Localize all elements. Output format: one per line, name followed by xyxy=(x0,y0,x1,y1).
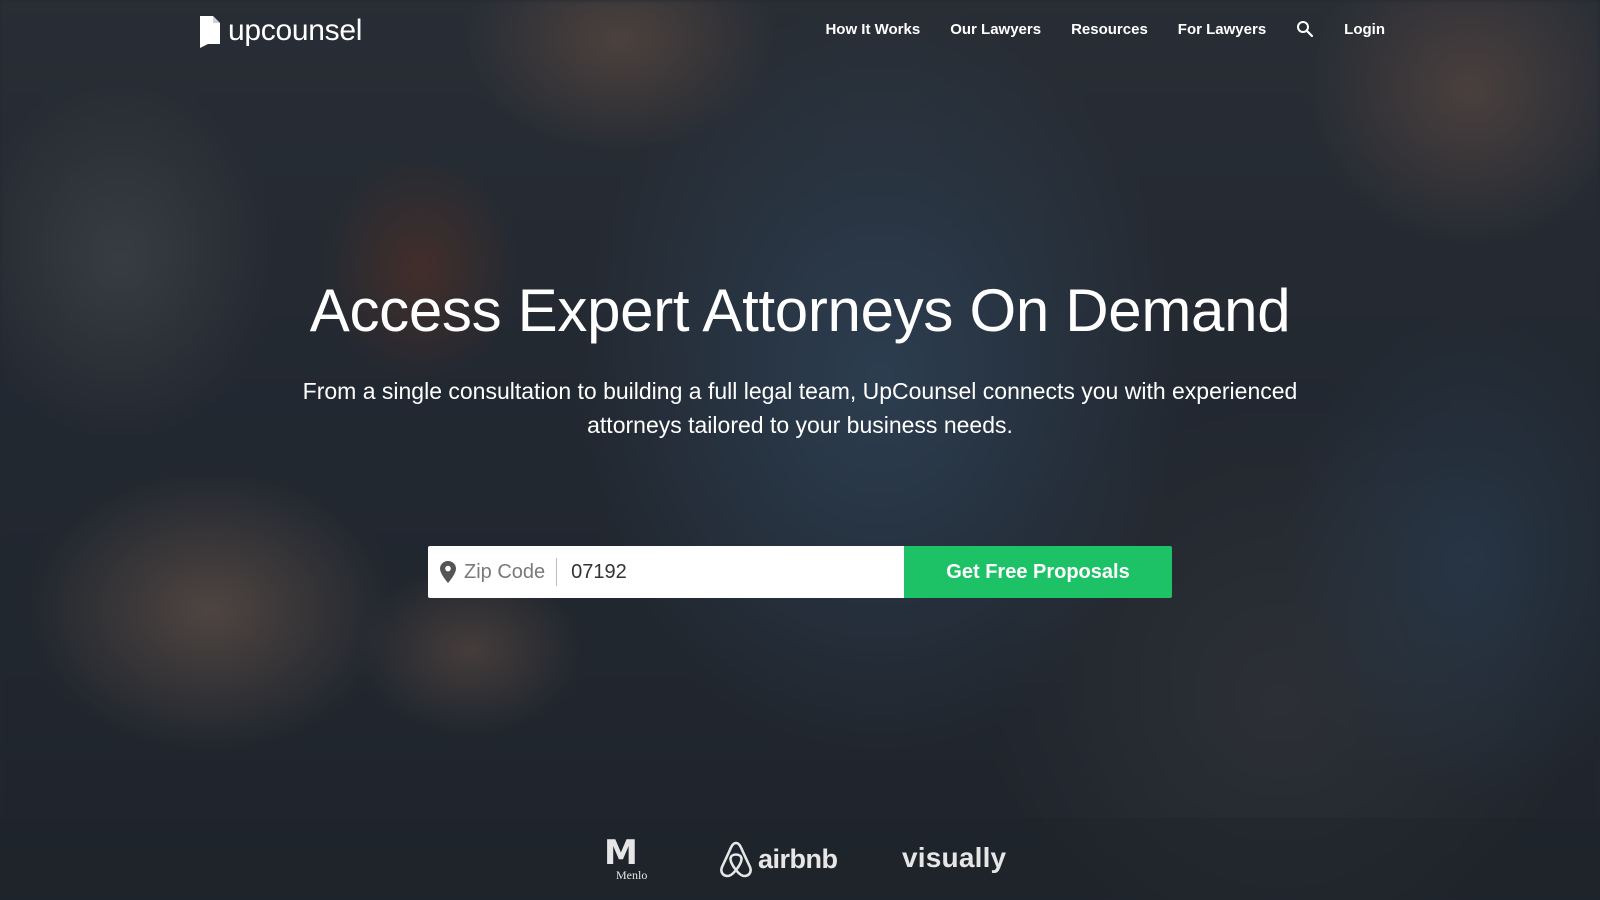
airbnb-logo: airbnb xyxy=(718,840,838,878)
visually-logo: visually xyxy=(902,842,1007,873)
zip-search-form: Zip Code Get Free Proposals xyxy=(428,546,1172,598)
zip-code-label: Zip Code xyxy=(464,558,558,586)
zip-code-input[interactable] xyxy=(569,559,874,585)
document-logo-icon xyxy=(200,16,220,48)
zip-field[interactable]: Zip Code xyxy=(428,546,904,598)
airbnb-belo-icon xyxy=(720,841,752,878)
location-pin-icon xyxy=(440,561,456,583)
search-icon[interactable] xyxy=(1296,20,1314,38)
menlo-mark: M xyxy=(604,833,638,873)
login-link[interactable]: Login xyxy=(1344,21,1385,38)
page: upcounsel How It Works Our Lawyers Resou… xyxy=(0,0,1600,900)
nav-resources[interactable]: Resources xyxy=(1071,21,1148,38)
nav-for-lawyers[interactable]: For Lawyers xyxy=(1178,21,1266,38)
nav-how-it-works[interactable]: How It Works xyxy=(825,21,920,38)
nav-links: How It Works Our Lawyers Resources For L… xyxy=(825,20,1385,38)
brand-logo[interactable]: upcounsel xyxy=(200,14,362,48)
client-logos: M Menlo airbnb visually xyxy=(0,818,1600,900)
nav-our-lawyers[interactable]: Our Lawyers xyxy=(950,21,1041,38)
get-free-proposals-button[interactable]: Get Free Proposals xyxy=(904,546,1172,598)
menlo-name: Menlo xyxy=(616,868,648,882)
menlo-logo: M Menlo xyxy=(604,836,656,884)
hero-title: Access Expert Attorneys On Demand xyxy=(309,277,1291,344)
hero-overlay xyxy=(0,0,1600,900)
top-navigation: upcounsel How It Works Our Lawyers Resou… xyxy=(0,0,1600,64)
hero-subtitle: From a single consultation to building a… xyxy=(302,378,1298,438)
brand-name: upcounsel xyxy=(228,14,363,47)
airbnb-name: airbnb xyxy=(758,843,838,874)
